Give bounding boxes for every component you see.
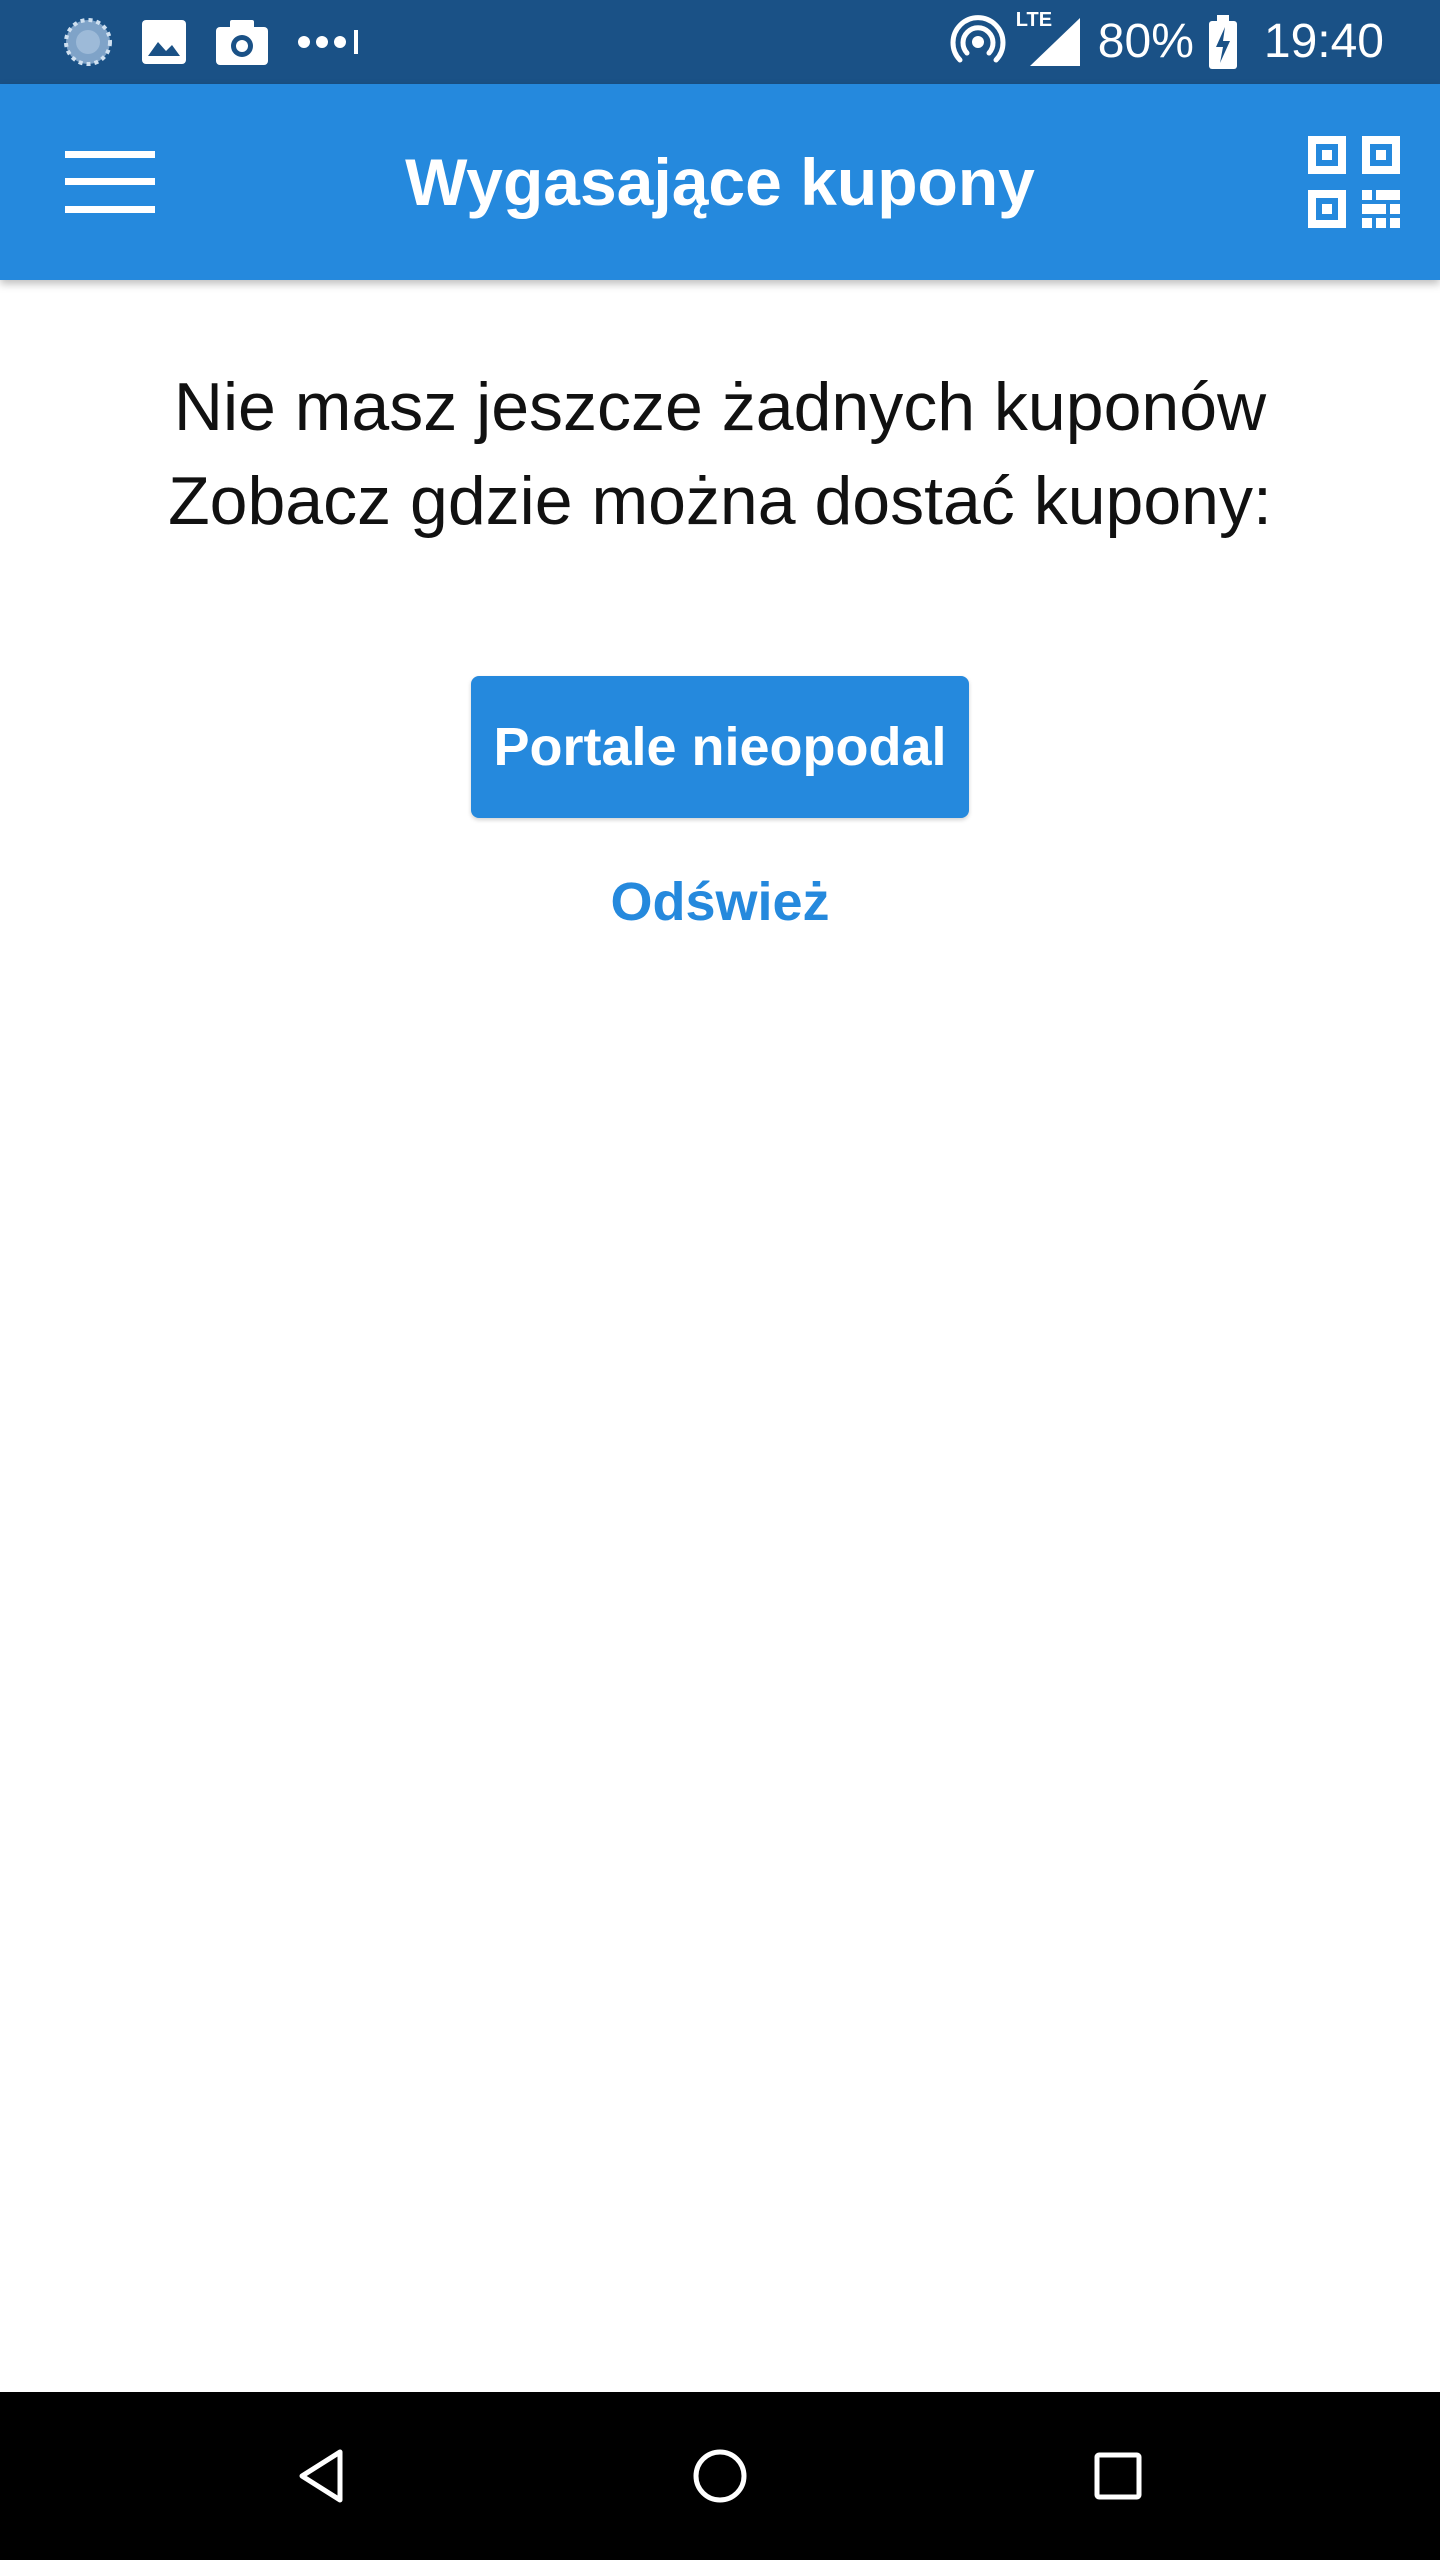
empty-state-message: Nie masz jeszcze żadnych kuponów Zobacz …: [60, 360, 1380, 548]
camera-icon: [214, 17, 270, 67]
gallery-icon: [140, 18, 188, 66]
qr-scan-button[interactable]: [1298, 126, 1410, 238]
content-area: Nie masz jeszcze żadnych kuponów Zobacz …: [0, 280, 1440, 2392]
app-bar: Wygasające kupony: [0, 84, 1440, 280]
recents-button[interactable]: [1068, 2426, 1168, 2526]
sync-progress-icon: [62, 16, 114, 68]
empty-state-line-1: Nie masz jeszcze żadnych kuponów: [173, 369, 1267, 445]
more-notifications-icon: [296, 27, 362, 57]
page-title: Wygasające kupony: [405, 145, 1035, 219]
battery-percent: 80%: [1097, 15, 1194, 68]
navigation-bar: [0, 2392, 1440, 2560]
home-button[interactable]: [670, 2426, 770, 2526]
hotspot-icon: [950, 14, 1006, 70]
qr-code-icon: [1308, 136, 1400, 228]
hamburger-menu-icon: [65, 151, 155, 213]
back-button[interactable]: [272, 2426, 372, 2526]
clock: 19:40: [1263, 15, 1384, 68]
status-bar: LTE 80% 19:40: [0, 0, 1440, 84]
nearby-portals-button[interactable]: Portale nieopodal: [471, 676, 969, 818]
menu-button[interactable]: [50, 132, 170, 232]
notification-icons: [62, 14, 362, 70]
network-type-label: LTE: [1015, 9, 1053, 31]
refresh-button[interactable]: Odśwież: [520, 852, 920, 952]
empty-state-line-2: Zobacz gdzie można dostać kupony:: [168, 463, 1272, 539]
recents-icon: [1094, 2452, 1142, 2500]
back-icon: [299, 2449, 343, 2503]
system-status: LTE 80% 19:40: [950, 9, 1384, 70]
lte-signal-icon: LTE: [1016, 9, 1084, 70]
battery-charging-icon: [1208, 15, 1238, 69]
home-icon: [693, 2449, 747, 2503]
